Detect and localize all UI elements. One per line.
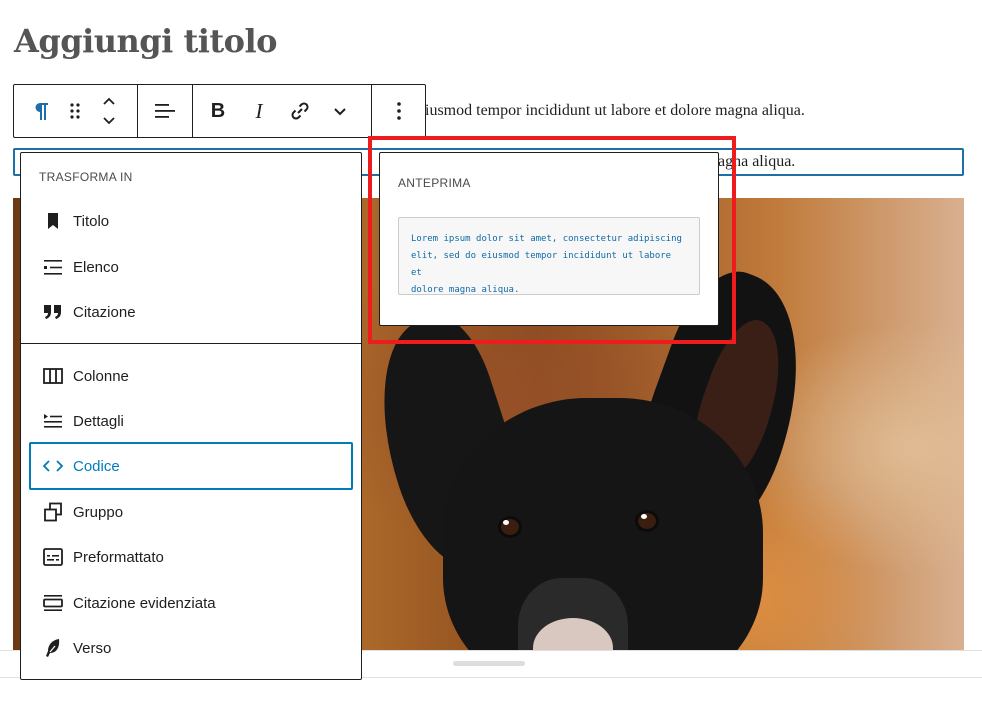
align-left-icon[interactable] [145,85,185,137]
transform-item-verso[interactable]: Verso [29,624,353,672]
italic-button[interactable]: I [243,85,275,137]
preview-code-line: Lorem ipsum dolor sit amet, consectetur … [411,234,682,244]
dog-eye-left [498,516,522,538]
transform-preview-popover: ANTEPRIMA Lorem ipsum dolor sit amet, co… [379,152,719,326]
columns-icon [41,364,65,388]
preview-code-line: dolore magna aliqua. [411,285,520,295]
chevron-down-icon[interactable] [325,85,355,137]
menu-divider [21,343,361,344]
list-icon [41,255,65,279]
menu-item-label: Citazione evidenziata [73,594,216,612]
preview-heading: ANTEPRIMA [398,176,471,190]
paragraph-block[interactable]: iusmod tempor incididunt ut labore et do… [425,102,805,120]
transform-item-citazione-evidenziata[interactable]: Citazione evidenziata [29,579,353,627]
chevron-up-down-icon[interactable] [96,85,122,137]
pilcrow-icon[interactable] [28,85,54,137]
preformatted-icon [41,545,65,569]
menu-item-label: Codice [73,457,120,475]
transform-item-titolo[interactable]: Titolo [29,197,353,245]
transform-item-preformattato[interactable]: Preformattato [29,533,353,581]
bold-button[interactable]: B [193,85,243,137]
block-toolbar: B I [13,84,426,138]
feather-icon [41,636,65,660]
menu-item-label: Gruppo [73,503,124,521]
transform-item-codice[interactable]: Codice [29,442,353,490]
resize-handle[interactable] [453,661,525,666]
menu-item-label: Dettagli [73,412,124,430]
toolbar-group-align [137,85,192,137]
menu-item-label: Citazione [73,303,136,321]
details-icon [41,409,65,433]
transform-item-dettagli[interactable]: Dettagli [29,397,353,445]
menu-item-label: Colonne [73,367,129,385]
transform-menu-heading: TRASFORMA IN [39,170,133,184]
menu-item-label: Titolo [73,212,110,230]
toolbar-group-format: B I [192,85,371,137]
pullquote-icon [41,591,65,615]
post-title[interactable]: Aggiungi titolo [14,22,278,60]
menu-item-label: Preformattato [73,548,164,566]
transform-item-colonne[interactable]: Colonne [29,352,353,400]
menu-item-label: Elenco [73,258,119,276]
menu-item-label: Verso [73,639,112,657]
transform-item-gruppo[interactable]: Gruppo [29,488,353,536]
toolbar-group-block [14,85,137,137]
transform-item-elenco[interactable]: Elenco [29,243,353,291]
dog-eye-right [635,510,659,532]
drag-handle-icon[interactable] [54,85,96,137]
transform-item-citazione[interactable]: Citazione [29,288,353,336]
selected-paragraph-text: agna aliqua. [718,153,796,170]
more-vertical-icon[interactable] [379,85,419,137]
code-icon [41,454,65,478]
link-icon[interactable] [275,85,325,137]
quote-icon [41,300,65,324]
bookmark-icon [41,209,65,233]
group-icon [41,500,65,524]
preview-code-block: Lorem ipsum dolor sit amet, consectetur … [398,217,700,295]
toolbar-group-options [371,85,425,137]
preview-code-line: elit, sed do eiusmod tempor incididunt u… [411,251,672,278]
transform-menu: TRASFORMA IN Titolo Elenco Citazione Col… [20,152,362,680]
